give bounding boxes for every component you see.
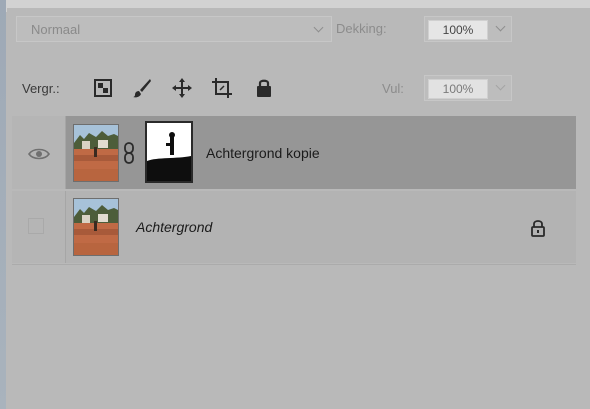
brush-icon <box>133 79 151 98</box>
layer-mask-thumbnail[interactable] <box>145 121 193 183</box>
fill-dropdown-button[interactable] <box>491 76 511 100</box>
opacity-value[interactable]: 100% <box>428 20 488 40</box>
window-left-edge <box>0 0 6 409</box>
padlock-icon <box>257 79 271 97</box>
layer-locked-icon[interactable] <box>530 219 546 237</box>
visibility-toggle[interactable] <box>12 191 66 263</box>
move-arrows-icon <box>172 78 192 98</box>
lock-label: Vergr.: <box>22 81 60 96</box>
chevron-down-icon <box>495 21 506 32</box>
chevron-down-icon <box>313 22 324 33</box>
blend-mode-select[interactable]: Normaal <box>16 16 332 42</box>
lock-transparent-pixels-button[interactable] <box>92 77 114 99</box>
lock-image-pixels-button[interactable] <box>131 77 153 99</box>
visibility-toggle[interactable] <box>12 116 66 189</box>
opacity-label: Dekking: <box>336 21 387 36</box>
fill-value[interactable]: 100% <box>428 79 488 99</box>
photo-thumbnail-image <box>74 125 118 181</box>
layer-thumbnail <box>73 198 119 256</box>
link-chain-icon[interactable] <box>123 142 135 164</box>
eye-icon <box>28 148 50 160</box>
lock-position-button[interactable] <box>171 77 193 99</box>
layers-list-bottom-divider <box>12 264 576 265</box>
mask-image <box>147 123 191 181</box>
chevron-down-icon <box>495 80 506 91</box>
blend-mode-value: Normaal <box>31 22 81 37</box>
layer-name[interactable]: Achtergrond <box>136 219 212 235</box>
visibility-empty-box <box>28 218 44 234</box>
fill-label: Vul: <box>382 81 404 96</box>
layer-row[interactable]: Achtergrond <box>12 191 576 263</box>
photo-thumbnail-image <box>74 199 118 255</box>
opacity-field[interactable]: 100% <box>424 16 512 42</box>
lock-transparent-pixels-icon <box>94 79 112 97</box>
layer-row[interactable]: Achtergrond kopie <box>12 116 576 189</box>
fill-field[interactable]: 100% <box>424 75 512 101</box>
opacity-dropdown-button[interactable] <box>491 17 511 41</box>
layer-name[interactable]: Achtergrond kopie <box>206 145 320 161</box>
lock-all-button[interactable] <box>253 77 275 99</box>
lock-artboard-button[interactable] <box>211 77 233 99</box>
layer-thumbnail <box>73 124 119 182</box>
crop-artboard-icon <box>212 78 232 98</box>
